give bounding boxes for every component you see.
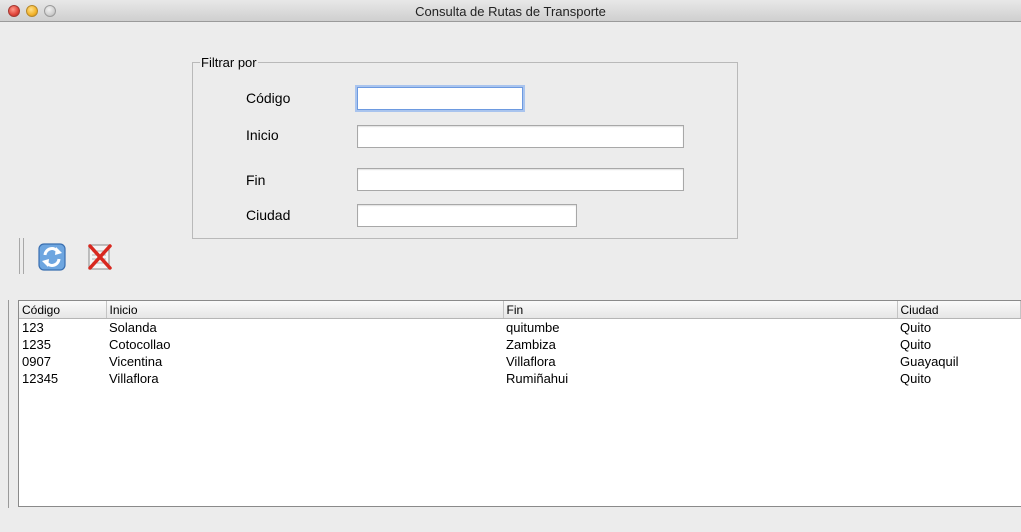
ciudad-input[interactable] [357, 204, 577, 227]
ciudad-label: Ciudad [246, 207, 291, 223]
codigo-label: Código [246, 90, 291, 106]
cell-codigo: 123 [22, 320, 44, 335]
inicio-input[interactable] [357, 125, 684, 148]
refresh-button[interactable] [37, 242, 67, 272]
toolbar-grip[interactable] [19, 238, 24, 274]
cell-fin: quitumbe [506, 320, 560, 335]
table-row[interactable]: 123 Solanda quitumbe Quito [19, 319, 1021, 337]
split-divider [8, 300, 9, 508]
title-bar: Consulta de Rutas de Transporte [0, 0, 1021, 22]
cell-ciudad: Quito [900, 337, 932, 352]
filter-legend: Filtrar por [200, 55, 258, 70]
cell-fin: Villaflora [506, 354, 556, 369]
fin-label: Fin [246, 172, 266, 188]
cell-codigo: 12345 [22, 371, 59, 386]
window-title: Consulta de Rutas de Transporte [415, 4, 606, 19]
refresh-icon [38, 243, 66, 271]
inicio-label: Inicio [246, 127, 279, 143]
column-header-inicio[interactable]: Inicio [106, 301, 504, 319]
table-row[interactable]: 0907 Vicentina Villaflora Guayaquil [19, 353, 1021, 370]
table-header-row: Código Inicio Fin Ciudad [19, 301, 1021, 319]
cell-inicio: Solanda [109, 320, 157, 335]
clear-filter-icon [88, 244, 112, 270]
column-header-ciudad[interactable]: Ciudad [897, 301, 1021, 319]
column-header-codigo[interactable]: Código [19, 301, 107, 319]
cell-codigo: 0907 [22, 354, 51, 369]
table-row[interactable]: 12345 Villaflora Rumiñahui Quito [19, 370, 1021, 387]
cell-inicio: Villaflora [109, 371, 159, 386]
clear-filter-button[interactable] [85, 242, 115, 272]
cell-ciudad: Quito [900, 371, 932, 386]
cell-ciudad: Quito [900, 320, 932, 335]
codigo-input[interactable] [357, 87, 523, 110]
cell-fin: Zambiza [506, 337, 556, 352]
cell-fin: Rumiñahui [506, 371, 569, 386]
fin-input[interactable] [357, 168, 684, 191]
cell-inicio: Cotocollao [109, 337, 171, 352]
column-header-fin[interactable]: Fin [503, 301, 898, 319]
table-row[interactable]: 1235 Cotocollao Zambiza Quito [19, 336, 1021, 353]
cell-codigo: 1235 [22, 337, 51, 352]
cell-inicio: Vicentina [109, 354, 163, 369]
routes-table[interactable]: Código Inicio Fin Ciudad 123 Solanda qui… [18, 300, 1021, 507]
cell-ciudad: Guayaquil [900, 354, 959, 369]
